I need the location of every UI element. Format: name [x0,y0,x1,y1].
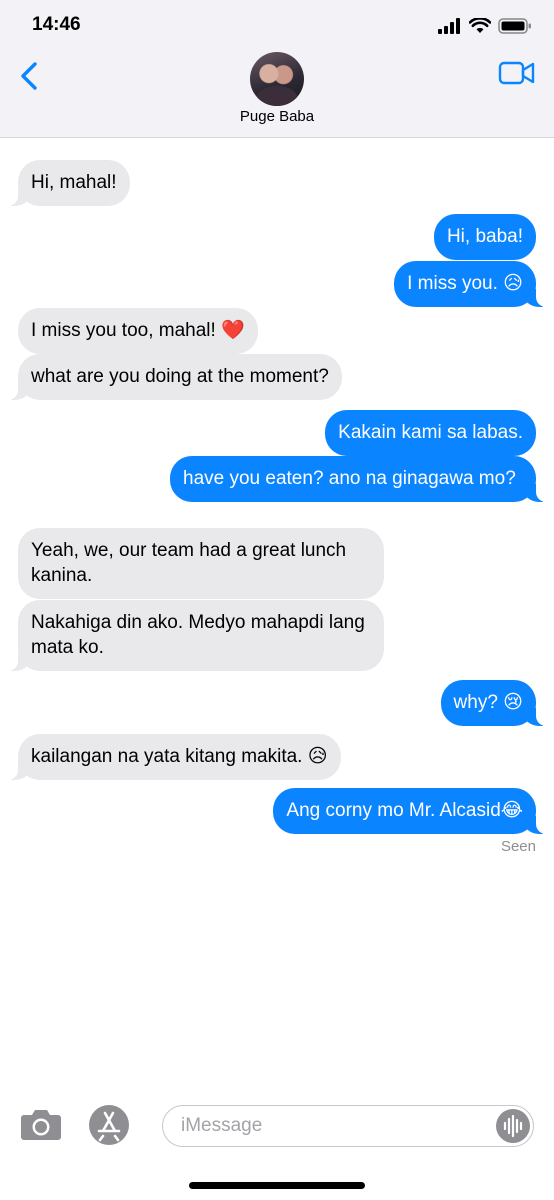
message-bubble-outgoing[interactable]: I miss you. 😥 [394,261,554,307]
home-indicator[interactable] [189,1182,365,1189]
message-bubble-outgoing[interactable]: Kakain kami sa labas. [325,410,536,456]
message-text: Kakain kami sa labas. [338,422,523,443]
message-bubble-incoming[interactable]: Hi, mahal! [0,160,130,206]
status-icons [438,16,532,36]
input-bar [0,1095,554,1159]
message-text: I miss you too, mahal! ❤️ [31,320,245,341]
message-bubble-outgoing[interactable]: Ang corny mo Mr. Alcasid😂 [273,788,554,834]
wifi-icon [469,18,491,33]
contact-avatar[interactable] [250,52,304,106]
message-list: Hi, mahal! Hi, baba! I miss you. 😥 I mis… [0,138,554,1088]
camera-button[interactable] [20,1107,62,1141]
message-text: what are you doing at the moment? [31,366,329,387]
message-bubble-incoming[interactable]: kailangan na yata kitang makita. 😥 [0,734,341,780]
camera-icon [21,1110,61,1140]
message-text: have you eaten? ano na ginagawa mo? [183,468,516,489]
app-store-button[interactable] [88,1104,130,1146]
message-input[interactable] [179,1112,479,1140]
message-bubble-outgoing[interactable]: why? 😢 [440,680,554,726]
app-store-icon [89,1105,129,1145]
message-text: why? 😢 [453,692,523,713]
read-receipt: Seen [500,838,536,855]
battery-icon [498,18,531,34]
status-time: 14:46 [32,14,81,35]
back-button[interactable] [14,56,48,96]
contact-name[interactable]: Puge Baba [0,108,554,125]
message-bubble-outgoing[interactable]: Hi, baba! [433,214,536,260]
message-text: kailangan na yata kitang makita. 😥 [31,746,328,767]
message-bubble-incoming[interactable]: Yeah, we, our team had a great lunch kan… [18,528,384,599]
message-text: Nakahiga din ako. Medyo mahapdi lang mat… [31,612,365,658]
message-text: Hi, mahal! [31,172,117,193]
audio-waveform-icon [503,1114,523,1138]
video-camera-icon [498,61,535,85]
cellular-signal-icon [438,18,460,34]
message-text: I miss you. 😥 [407,273,523,294]
message-bubble-incoming[interactable]: Nakahiga din ako. Medyo mahapdi lang mat… [0,600,384,671]
message-bubble-incoming[interactable]: I miss you too, mahal! ❤️ [18,308,258,354]
chevron-left-icon [21,62,37,90]
message-text: Hi, baba! [446,226,523,247]
conversation-header: Puge Baba [0,48,554,138]
video-call-button[interactable] [498,58,536,88]
audio-message-button[interactable] [496,1109,530,1143]
message-text: Ang corny mo Mr. Alcasid😂 [286,800,523,821]
status-bar: 14:46 [0,0,554,48]
message-input-field[interactable] [162,1105,534,1147]
message-text: Yeah, we, our team had a great lunch kan… [31,540,347,586]
message-bubble-outgoing[interactable]: have you eaten? ano na ginagawa mo? [170,456,554,502]
message-bubble-incoming[interactable]: what are you doing at the moment? [0,354,342,400]
